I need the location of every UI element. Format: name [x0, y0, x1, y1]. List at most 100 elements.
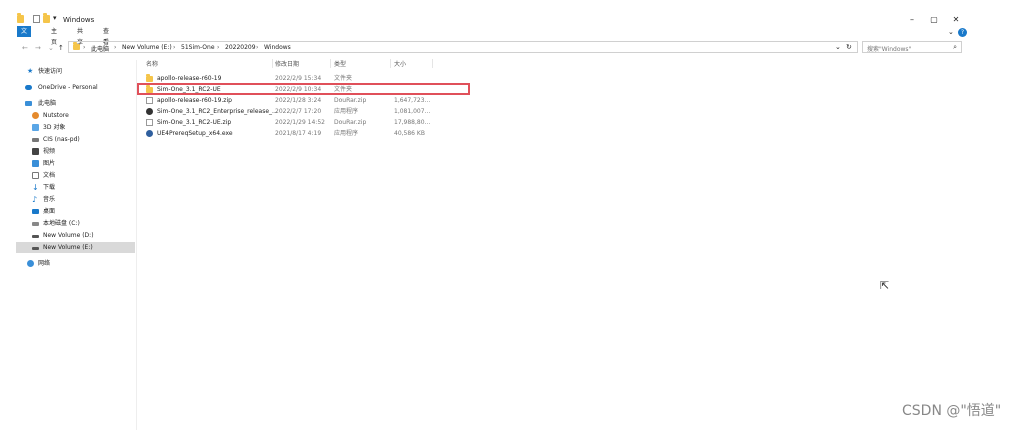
column-header-size[interactable]: 大小 — [394, 59, 406, 68]
file-modified: 2022/1/28 3:24 — [275, 97, 322, 104]
desktop-icon — [32, 209, 39, 214]
sidebar-item-desktop[interactable]: 桌面 — [16, 206, 135, 217]
file-name: apollo-release-r60-19.zip — [157, 97, 232, 104]
refresh-icon[interactable]: ↻ — [846, 43, 852, 51]
network-icon — [27, 260, 34, 267]
column-header-name[interactable]: 名称 — [146, 59, 158, 68]
breadcrumb-separator: › — [256, 44, 259, 51]
back-icon[interactable]: ← — [22, 44, 28, 52]
column-divider[interactable] — [390, 59, 391, 68]
sidebar-item-cis[interactable]: CIS (nas-pd) — [16, 134, 135, 145]
new-folder-icon[interactable] — [43, 13, 50, 23]
tab-file[interactable]: 文件 — [17, 26, 32, 46]
file-name: Sim-One_3.1_RC2_Enterprise_release_... — [157, 108, 278, 115]
quick-access-dropdown-icon[interactable]: ▾ — [53, 14, 57, 22]
nutstore-icon — [32, 112, 39, 119]
file-name: UE4PrereqSetup_x64.exe — [157, 130, 233, 137]
column-divider[interactable] — [330, 59, 331, 68]
column-divider[interactable] — [432, 59, 433, 68]
file-name: Sim-One_3.1_RC2-UE.zip — [157, 119, 232, 126]
sidebar-item-network[interactable]: 网络 — [16, 258, 135, 269]
breadcrumb-separator: › — [217, 44, 220, 51]
sidebar-item-music[interactable]: ♪ 音乐 — [16, 194, 135, 205]
folder-icon — [17, 13, 24, 23]
file-size: 1,081,007... — [394, 108, 431, 115]
sidebar-item-quick-access[interactable]: ★ 快速访问 — [16, 66, 135, 77]
tab-share[interactable]: 共享 — [73, 26, 87, 46]
drive-icon — [32, 247, 39, 250]
file-row[interactable]: UE4PrereqSetup_x64.exe 2021/8/17 4:19 应用… — [144, 129, 470, 139]
sidebar-item-downloads[interactable]: ↓ 下载 — [16, 182, 135, 193]
file-type: 应用程序 — [334, 108, 359, 115]
picture-icon — [32, 160, 39, 167]
close-button[interactable]: ✕ — [946, 14, 966, 26]
file-row[interactable]: apollo-release-r60-19.zip 2022/1/28 3:24… — [144, 96, 470, 106]
properties-icon[interactable] — [33, 15, 40, 23]
breadcrumb-volume-e[interactable]: New Volume (E:) — [122, 44, 172, 51]
file-modified: 2022/2/7 17:20 — [275, 108, 322, 115]
sidebar-item-drive-c[interactable]: 本地磁盘 (C:) — [16, 218, 135, 229]
app-icon — [146, 108, 153, 115]
sidebar-item-3d-objects[interactable]: 3D 对象 — [16, 122, 135, 133]
breadcrumb-separator: › — [114, 44, 117, 51]
sidebar-item-label: CIS (nas-pd) — [43, 136, 80, 143]
search-input[interactable]: 搜索"Windows" ⌕ — [862, 41, 962, 53]
file-size: 17,988,80... — [394, 119, 431, 126]
window-title: Windows — [63, 16, 95, 24]
address-dropdown-icon[interactable]: ⌄ — [835, 43, 841, 51]
sidebar-item-documents[interactable]: 文档 — [16, 170, 135, 181]
sidebar-item-label: 本地磁盘 (C:) — [43, 220, 80, 227]
sidebar-item-pictures[interactable]: 图片 — [16, 158, 135, 169]
forward-icon[interactable]: → — [35, 44, 41, 52]
file-modified: 2021/8/17 4:19 — [275, 130, 322, 137]
column-divider[interactable] — [272, 59, 273, 68]
sidebar-item-label: OneDrive - Personal — [38, 84, 98, 91]
highlight-box — [137, 83, 470, 95]
sidebar-item-label: 音乐 — [43, 196, 56, 203]
sidebar-item-drive-e[interactable]: New Volume (E:) — [16, 242, 135, 253]
drive-icon — [32, 222, 39, 226]
tab-home[interactable]: 主页 — [47, 26, 61, 46]
drive-icon — [32, 235, 39, 238]
search-icon[interactable]: ⌕ — [953, 43, 957, 52]
sidebar-item-nutstore[interactable]: Nutstore — [16, 110, 135, 121]
navigation-pane: ★ 快速访问 OneDrive - Personal 此电脑 Nutstore … — [16, 60, 137, 430]
breadcrumb-separator: › — [83, 44, 86, 51]
breadcrumb-separator: › — [173, 44, 176, 51]
breadcrumb-this-pc[interactable]: 此电脑 — [91, 44, 109, 53]
folder-icon — [73, 42, 80, 50]
title-bar: ▾ Windows – ▢ ✕ — [0, 0, 1030, 24]
sidebar-item-label: 图片 — [43, 160, 56, 167]
document-icon — [32, 172, 39, 179]
file-modified: 2022/1/29 14:52 — [275, 119, 325, 126]
tab-view[interactable]: 查看 — [99, 26, 113, 46]
sidebar-item-label: 此电脑 — [38, 100, 57, 107]
sidebar-item-label: 文档 — [43, 172, 56, 179]
breadcrumb-20220209[interactable]: 20220209 — [225, 44, 256, 51]
sidebar-item-label: 下载 — [43, 184, 56, 191]
breadcrumb-51sim-one[interactable]: 51Sim-One — [181, 44, 215, 51]
file-type: 应用程序 — [334, 130, 359, 137]
cube-icon — [32, 124, 39, 131]
ribbon-expand-icon[interactable]: ⌄ — [948, 28, 954, 36]
column-header-type[interactable]: 类型 — [334, 59, 346, 68]
file-row[interactable]: Sim-One_3.1_RC2-UE.zip 2022/1/29 14:52 D… — [144, 118, 470, 128]
sidebar-item-label: 快速访问 — [38, 68, 63, 75]
address-bar[interactable]: › 此电脑 › New Volume (E:) › 51Sim-One › 20… — [68, 41, 858, 53]
maximize-button[interactable]: ▢ — [924, 14, 944, 26]
sidebar-item-drive-d[interactable]: New Volume (D:) — [16, 230, 135, 241]
file-row[interactable]: Sim-One_3.1_RC2_Enterprise_release_... 2… — [144, 107, 470, 117]
help-icon[interactable]: ? — [958, 28, 967, 37]
download-icon: ↓ — [32, 183, 39, 192]
column-header-modified[interactable]: 修改日期 — [275, 59, 299, 68]
breadcrumb-windows[interactable]: Windows — [264, 44, 291, 51]
up-icon[interactable]: ↑ — [58, 44, 64, 52]
sidebar-item-videos[interactable]: 视频 — [16, 146, 135, 157]
file-type: DouRar.zip — [334, 97, 367, 104]
sidebar-item-onedrive[interactable]: OneDrive - Personal — [16, 82, 135, 93]
zip-icon — [146, 119, 153, 126]
file-size: 1,647,723... — [394, 97, 431, 104]
recent-locations-icon[interactable]: ⌄ — [48, 44, 54, 52]
sidebar-item-this-pc[interactable]: 此电脑 — [16, 98, 135, 109]
minimize-button[interactable]: – — [902, 14, 922, 26]
